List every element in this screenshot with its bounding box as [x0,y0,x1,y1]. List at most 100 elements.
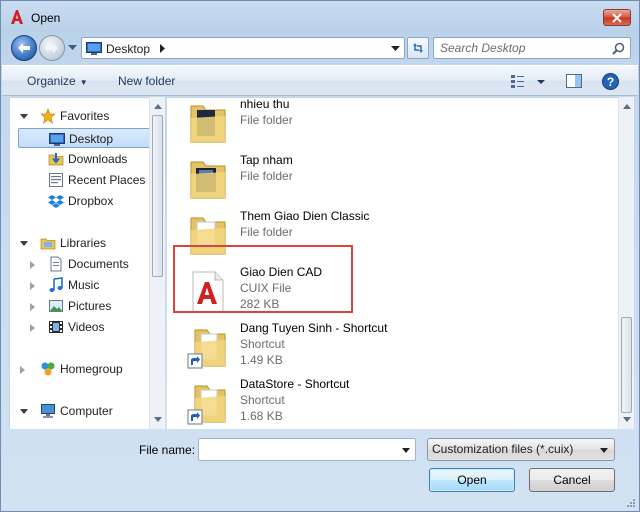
recent-pages-arrow-icon[interactable] [68,43,77,52]
arrow-right-icon [46,43,58,53]
sidebar-item-documents[interactable]: Documents [18,254,158,274]
sidebar-item-label: Videos [68,320,105,334]
sidebar-item-homegroup[interactable]: Homegroup [18,359,158,379]
cancel-button[interactable]: Cancel [529,468,615,492]
caret-down-icon: ▼ [79,78,88,87]
dropbox-icon [48,195,64,208]
scrollbar-thumb[interactable] [621,317,632,413]
chevron-down-icon[interactable] [391,46,400,52]
sidebar-item-desktop[interactable]: Desktop [18,128,158,148]
file-size: 1.49 KB [240,353,283,367]
file-item-folder[interactable]: nhieu thu File folder [183,97,523,152]
title-bar: Open [1,1,639,33]
expand-arrow-icon[interactable] [20,114,28,119]
sidebar-item-label: Dropbox [68,194,114,208]
close-icon [612,12,622,23]
expand-arrow-icon[interactable] [20,409,28,414]
file-list-scrollbar[interactable] [618,97,634,429]
help-icon[interactable]: ? [602,73,619,90]
music-icon [49,277,63,292]
change-view-icon[interactable] [510,73,548,91]
scroll-down-icon[interactable] [154,417,162,423]
file-name: nhieu thu [240,97,290,111]
open-button[interactable]: Open [429,468,515,492]
libraries-icon [40,238,56,250]
organize-button[interactable]: Organize ▼ [27,74,88,88]
expand-arrow-icon[interactable] [20,241,28,246]
shortcut-folder-icon [187,329,226,369]
file-type: CUIX File [240,281,292,295]
sidebar-item-favorites[interactable]: Favorites [18,106,158,126]
folder-icon [190,161,226,199]
file-type-value: Customization files (*.cuix) [432,442,574,456]
scrollbar-thumb[interactable] [152,115,163,277]
close-button[interactable] [603,9,631,26]
documents-icon [50,256,62,272]
new-folder-button[interactable]: New folder [118,74,175,88]
sidebar-item-label: Favorites [60,109,110,123]
back-button[interactable] [11,35,37,61]
file-list: nhieu thu File folder Tap nham File fold… [167,97,619,429]
expand-arrow-icon[interactable] [20,366,25,374]
file-name: Tap nham [240,153,293,167]
file-name-input[interactable] [202,442,394,457]
address-bar[interactable]: Desktop [81,37,405,59]
sidebar-item-pictures[interactable]: Pictures [18,296,158,316]
file-item-cuix[interactable]: Giao Dien CAD CUIX File 282 KB [183,264,523,320]
open-dialog: Open Desktop Search Desktop Organize ▼ N… [0,0,640,512]
address-text: Desktop [106,42,151,56]
videos-icon [49,321,63,333]
file-item-shortcut[interactable]: DataStore - Shortcut Shortcut 1.68 KB [183,376,523,429]
sidebar-item-computer[interactable]: Computer [18,401,158,421]
scroll-down-icon[interactable] [623,417,631,423]
sidebar-item-label: Documents [68,257,129,271]
sidebar-item-videos[interactable]: Videos [18,317,158,337]
scroll-up-icon[interactable] [154,103,162,109]
file-type: Shortcut [240,393,285,407]
downloads-icon [48,153,64,166]
expand-arrow-icon[interactable] [30,324,35,332]
file-item-folder[interactable]: Tap nham File folder [183,152,523,208]
svg-text:?: ? [607,75,614,89]
search-icon[interactable] [612,42,625,55]
file-item-shortcut[interactable]: Dang Tuyen Sinh - Shortcut Shortcut 1.49… [183,320,523,376]
sidebar-item-label: Pictures [68,299,112,313]
file-name-combo[interactable] [198,438,416,461]
forward-button[interactable] [39,35,65,61]
expand-arrow-icon[interactable] [30,303,35,311]
resize-grip-icon[interactable] [626,498,636,508]
sidebar-item-libraries[interactable]: Libraries [18,233,158,253]
chevron-right-icon[interactable] [160,44,166,53]
autocad-file-icon [192,271,224,313]
navigation-pane-scrollbar[interactable] [149,97,165,429]
chevron-down-icon[interactable] [402,448,410,453]
refresh-button[interactable] [407,37,429,59]
sidebar-item-label: Recent Places [68,173,146,187]
sidebar-item-recent-places[interactable]: Recent Places [18,170,158,190]
desktop-icon [49,133,65,146]
window-title: Open [31,11,61,25]
search-box[interactable] [433,37,631,59]
file-type-select[interactable]: Customization files (*.cuix) [427,438,615,461]
file-type: File folder [240,225,293,239]
search-input[interactable] [438,40,606,56]
pictures-icon [49,300,63,312]
chevron-down-icon [600,448,608,453]
sidebar-item-downloads[interactable]: Downloads [18,149,158,169]
scroll-up-icon[interactable] [623,103,631,109]
sidebar-item-dropbox[interactable]: Dropbox [18,191,158,211]
expand-arrow-icon[interactable] [30,282,35,290]
file-name-label: File name: [139,443,196,457]
homegroup-icon [41,362,55,376]
file-type: File folder [240,113,293,127]
navigation-pane: Favorites Desktop Downloads Recent Place… [9,97,165,429]
refresh-icon [413,43,423,53]
file-item-folder[interactable]: Them Giao Dien Classic File folder [183,208,523,264]
sidebar-item-music[interactable]: Music [18,275,158,295]
command-toolbar: Organize ▼ New folder ? [2,65,638,96]
preview-pane-icon[interactable] [566,74,582,88]
arrow-left-icon [18,43,30,53]
expand-arrow-icon[interactable] [30,261,35,269]
file-name: DataStore - Shortcut [240,377,350,391]
sidebar-item-label: Computer [60,404,113,418]
